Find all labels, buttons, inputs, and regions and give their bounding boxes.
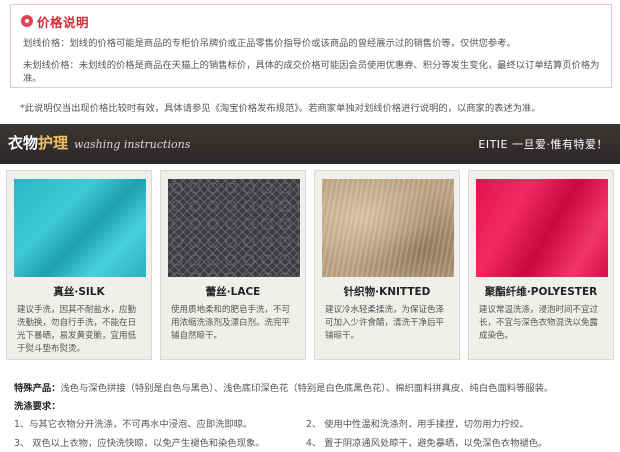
wash-requirement-item: 4、 置于阴凉通风处晾干，避免暴晒，以免深色衣物褪色。 [306,438,548,449]
banner-title: 衣物 护理 washing instructions [8,132,190,153]
knit-fabric-image [322,179,454,277]
struck-price-note: 划线价格：划线的价格可能是商品的专柜价吊牌价或正品零售价指导价或该商品的曾经展示… [23,37,605,50]
unstruck-price-note: 未划线价格：未划线的价格是商品在天猫上的销售标价，具体的成交价格可能因会员使用优… [23,59,605,85]
banner-title-part2: 护理 [38,134,69,152]
wash-requirement-item: 3、 双色以上衣物，应快洗快晾，以免产生褪色和染色现象。 [14,438,265,449]
fabric-title: 聚酯纤维·POLYESTER [484,286,598,298]
struck-price-label: 划线价格： [23,38,70,49]
fabric-cards: 真丝·SILK 建议手洗，因其不耐盐水，应勤洗勤换，勿自行手洗，不能在日光下暴晒… [0,170,620,366]
brand-slogan: EITIE 一旦爱·惟有特爱！ [478,138,608,151]
banner-subtitle: washing instructions [74,138,191,151]
fabric-card-lace: 蕾丝·LACE 使用质地柔和的肥皂手洗，不可用浓缩洗涤剂及漂白剂。洗完平铺自然晾… [160,170,306,360]
banner-title-part1: 衣物 [8,134,39,152]
unstruck-price-text: 未划线的价格是商品在天猫上的销售标价，具体的成交价格可能因会员使用优惠券、积分等… [23,60,600,84]
fabric-card-polyester: 聚酯纤维·POLYESTER 建议常温洗涤，浸泡时间不宜过长，不宜与深色衣物混洗… [468,170,614,360]
fabric-description: 建议手洗，因其不耐盐水，应勤洗勤换，勿自行手洗，不能在日光下暴晒，易发黄变脆，宜… [17,305,137,354]
fabric-card-knitted: 针织物·KNITTED 建议冷水轻柔揉洗，为保证色泽可加入少许食醋，清洗干净后平… [314,170,460,360]
wash-requirements-title: 洗涤要求： [14,401,61,412]
polyester-fabric-image [476,179,608,277]
fabric-card-silk: 真丝·SILK 建议手洗，因其不耐盐水，应勤洗勤换，勿自行手洗，不能在日光下暴晒… [6,170,152,360]
price-notice-box: 价格说明 划线价格：划线的价格可能是商品的专柜价吊牌价或正品零售价指导价或该商品… [10,4,612,88]
fabric-title: 真丝·SILK [53,286,105,298]
fabric-description: 建议常温洗涤，浸泡时间不宜过长，不宜与深色衣物混洗以免露成染色。 [479,305,599,341]
special-products: 特殊产品：浅色与深色拼接（特别是白色与黑色）、浅色底印深色花（特别是白色底黑色花… [14,380,553,394]
wash-requirement-item: 1、与其它衣物分开洗涤，不可再水中浸泡、应即洗即晾。 [14,419,253,430]
special-products-label: 特殊产品： [14,383,61,394]
struck-price-text: 划线的价格可能是商品的专柜价吊牌价或正品零售价指导价或该商品的曾经展示过的销售价… [69,38,516,49]
silk-fabric-image [14,179,146,277]
special-products-text: 浅色与深色拼接（特别是白色与黑色）、浅色底印深色花（特别是白色底黑色花）、棉织面… [60,383,554,394]
wash-requirement-item: 2、 使用中性温和洗涤剂，用手揉捏，切勿用力拧绞。 [306,419,529,430]
lace-fabric-image [168,179,300,277]
bullet-dot-icon [21,15,33,27]
fabric-title: 针织物·KNITTED [343,286,431,298]
fabric-description: 建议冷水轻柔揉洗，为保证色泽可加入少许食醋，清洗干净后平铺晾干。 [325,305,445,341]
unstruck-price-label: 未划线价格： [23,60,79,71]
care-banner: 衣物 护理 washing instructions EITIE 一旦爱·惟有特… [0,124,620,164]
fabric-title: 蕾丝·LACE [205,286,261,298]
price-disclaimer: *此说明仅当出现价格比较时有效，具体请参见《淘宝价格发布规范》。若商家单独对划线… [20,103,541,114]
price-title: 价格说明 [37,14,90,30]
price-title-row: 价格说明 [21,13,90,30]
fabric-description: 使用质地柔和的肥皂手洗，不可用浓缩洗涤剂及漂白剂。洗完平铺自然晾干。 [171,305,291,341]
